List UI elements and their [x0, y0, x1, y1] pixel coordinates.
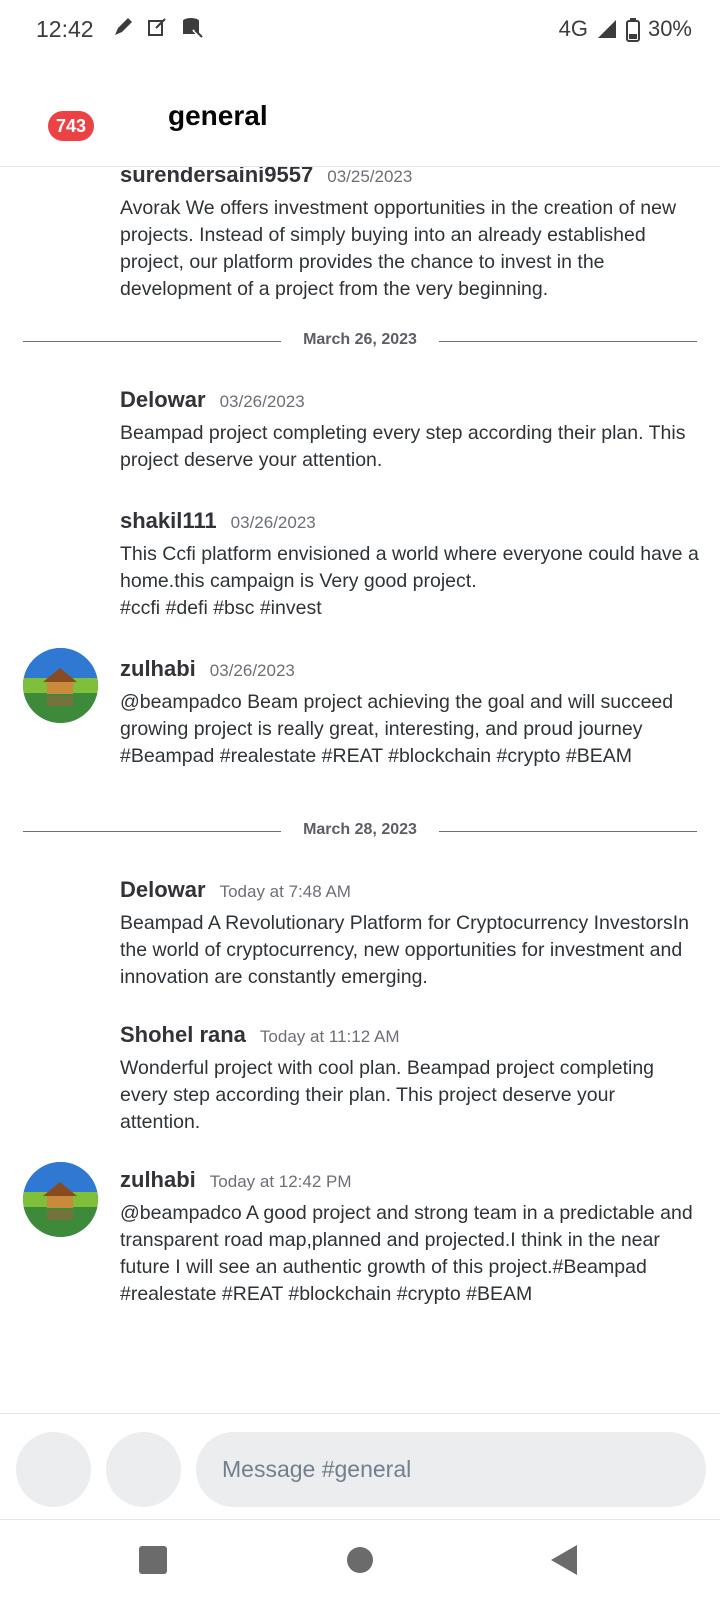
recents-button[interactable] — [133, 1540, 173, 1580]
message-author[interactable]: shakil111 — [120, 508, 217, 534]
message-time: 03/26/2023 — [219, 392, 305, 411]
message-text: Wonderful project with cool plan. Beampa… — [120, 1057, 655, 1133]
message-author[interactable]: Shohel rana — [120, 1022, 246, 1048]
message-text: @beampadco Beam project achieving the go… — [120, 691, 674, 767]
message-author[interactable]: Delowar — [120, 387, 206, 413]
status-right: 4G 30% — [559, 16, 692, 42]
battery-icon — [625, 18, 640, 42]
message-composer — [0, 1413, 720, 1519]
message-meta: surendersaini9557 03/25/2023 — [120, 167, 412, 188]
message-meta: shakil111 03/26/2023 — [120, 508, 316, 534]
message-list[interactable]: surendersaini9557 03/25/2023 Avorak We o… — [0, 167, 720, 1412]
battery-percent: 30% — [647, 16, 692, 41]
channel-header: 743 general — [0, 64, 720, 167]
message-meta: Delowar 03/26/2023 — [120, 387, 305, 413]
message-time: 03/26/2023 — [209, 661, 295, 680]
date-divider-label: March 28, 2023 — [303, 821, 417, 838]
apps-button[interactable] — [106, 1432, 181, 1507]
pen-icon — [112, 16, 134, 38]
avatar[interactable] — [23, 1162, 98, 1237]
message-time: Today at 12:42 PM — [209, 1172, 352, 1191]
network-label: 4G — [558, 16, 588, 41]
divider-line-right — [439, 831, 697, 832]
home-button[interactable] — [340, 1540, 380, 1580]
unread-badge[interactable]: 743 — [48, 111, 94, 141]
back-button[interactable] — [545, 1540, 585, 1580]
avatar[interactable] — [23, 648, 98, 723]
message-author[interactable]: Delowar — [120, 877, 206, 903]
message-author[interactable]: zulhabi — [120, 656, 196, 682]
status-time: 12:42 — [36, 16, 94, 42]
divider-line-right — [439, 341, 697, 342]
message-meta: Delowar Today at 7:48 AM — [120, 877, 351, 903]
date-divider-label: March 26, 2023 — [303, 331, 417, 348]
status-bar: 12:42 4G 30% — [0, 0, 720, 64]
message-input[interactable] — [196, 1432, 706, 1507]
signal-icon — [596, 18, 618, 40]
channel-title: general — [168, 100, 268, 131]
status-left-icons — [112, 16, 203, 39]
back-triangle-icon — [551, 1545, 577, 1575]
message-time: 03/25/2023 — [327, 167, 413, 186]
square-icon — [139, 1546, 167, 1574]
message-text: Beampad project completing every step ac… — [120, 422, 686, 471]
message-text: This Ccfi platform envisioned a world wh… — [120, 543, 699, 619]
system-nav-bar — [0, 1519, 720, 1600]
edit-icon — [146, 16, 168, 38]
message-time: Today at 7:48 AM — [219, 882, 351, 901]
message-meta: zulhabi 03/26/2023 — [120, 656, 295, 682]
message-time: Today at 11:12 AM — [259, 1027, 400, 1046]
message-text: Avorak We offers investment opportunitie… — [120, 197, 677, 300]
message-author[interactable]: surendersaini9557 — [120, 167, 313, 188]
message-text: Beampad A Revolutionary Platform for Cry… — [120, 912, 690, 988]
date-divider: March 26, 2023 — [23, 331, 697, 351]
date-divider: March 28, 2023 — [23, 821, 697, 841]
message-time: 03/26/2023 — [230, 513, 316, 532]
attach-button[interactable] — [16, 1432, 91, 1507]
database-icon — [180, 16, 203, 39]
circle-icon — [347, 1547, 373, 1573]
message-text: @beampadco A good project and strong tea… — [120, 1202, 693, 1305]
message-author[interactable]: zulhabi — [120, 1167, 196, 1193]
message-meta: Shohel rana Today at 11:12 AM — [120, 1022, 399, 1048]
message-meta: zulhabi Today at 12:42 PM — [120, 1167, 352, 1193]
